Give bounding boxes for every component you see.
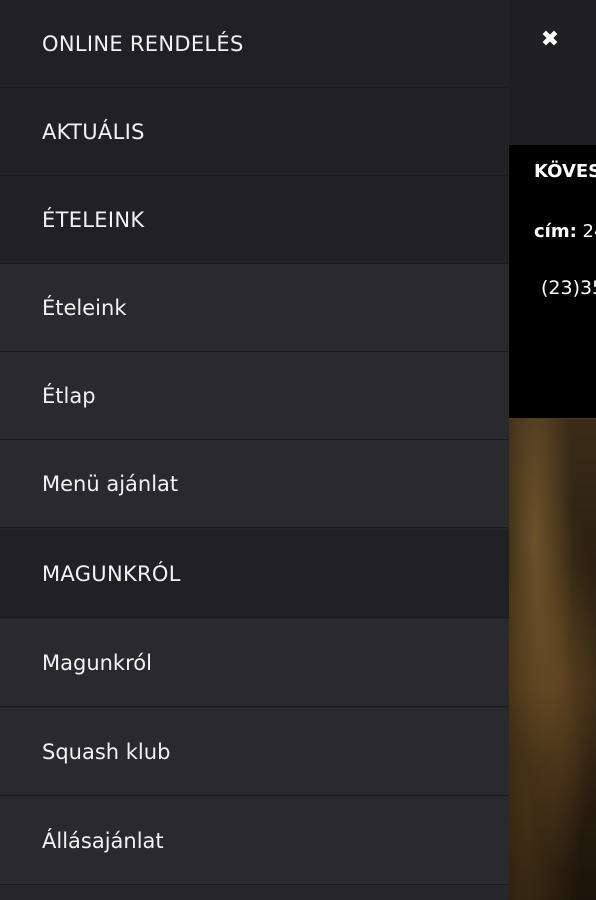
menu-item-label: Squash klub — [42, 739, 171, 764]
menu-item-eteleink[interactable]: Ételeink — [0, 264, 509, 352]
contact-title: KÖVES — [534, 161, 596, 182]
contact-address: cím: 24 — [534, 221, 596, 242]
contact-info-box: KÖVES cím: 24 (23)35 — [509, 145, 596, 418]
menu-item-eteleink-section[interactable]: ÉTELEINK — [0, 176, 509, 264]
address-value: 24 — [582, 221, 596, 242]
side-menu: ONLINE RENDELÉS AKTUÁLIS ÉTELEINK Ételei… — [0, 0, 509, 900]
menu-item-label: ONLINE RENDELÉS — [42, 31, 244, 56]
menu-item-label: Magunkról — [42, 650, 152, 675]
contact-phone[interactable]: (23)35 — [541, 277, 596, 299]
address-label: cím: — [534, 221, 577, 242]
menu-item-allasajanlat[interactable]: Állásajánlat — [0, 797, 509, 885]
top-bar: ✖ — [509, 0, 596, 145]
menu-item-magunkrol-section[interactable]: MAGUNKRÓL — [0, 530, 509, 618]
menu-item-etlap[interactable]: Étlap — [0, 352, 509, 440]
menu-item-magunkrol[interactable]: Magunkról — [0, 619, 509, 707]
menu-item-label: MAGUNKRÓL — [42, 561, 181, 586]
menu-item-label: ÉTELEINK — [42, 207, 145, 232]
restaurant-photo — [509, 418, 596, 900]
menu-item-aktualis[interactable]: AKTUÁLIS — [0, 88, 509, 176]
content-panel: ✖ KÖVES cím: 24 (23)35 — [509, 0, 596, 900]
menu-item-label: Menü ajánlat — [42, 471, 179, 496]
menu-item-squash-klub[interactable]: Squash klub — [0, 708, 509, 796]
menu-item-label: Állásajánlat — [42, 828, 164, 853]
menu-item-label: AKTUÁLIS — [42, 119, 145, 144]
menu-item-online-rendeles[interactable]: ONLINE RENDELÉS — [0, 0, 509, 88]
menu-item-label: Étlap — [42, 383, 96, 408]
close-icon[interactable]: ✖ — [539, 27, 561, 52]
menu-item-menu-ajanlat[interactable]: Menü ajánlat — [0, 440, 509, 528]
menu-item-label: Ételeink — [42, 295, 127, 320]
